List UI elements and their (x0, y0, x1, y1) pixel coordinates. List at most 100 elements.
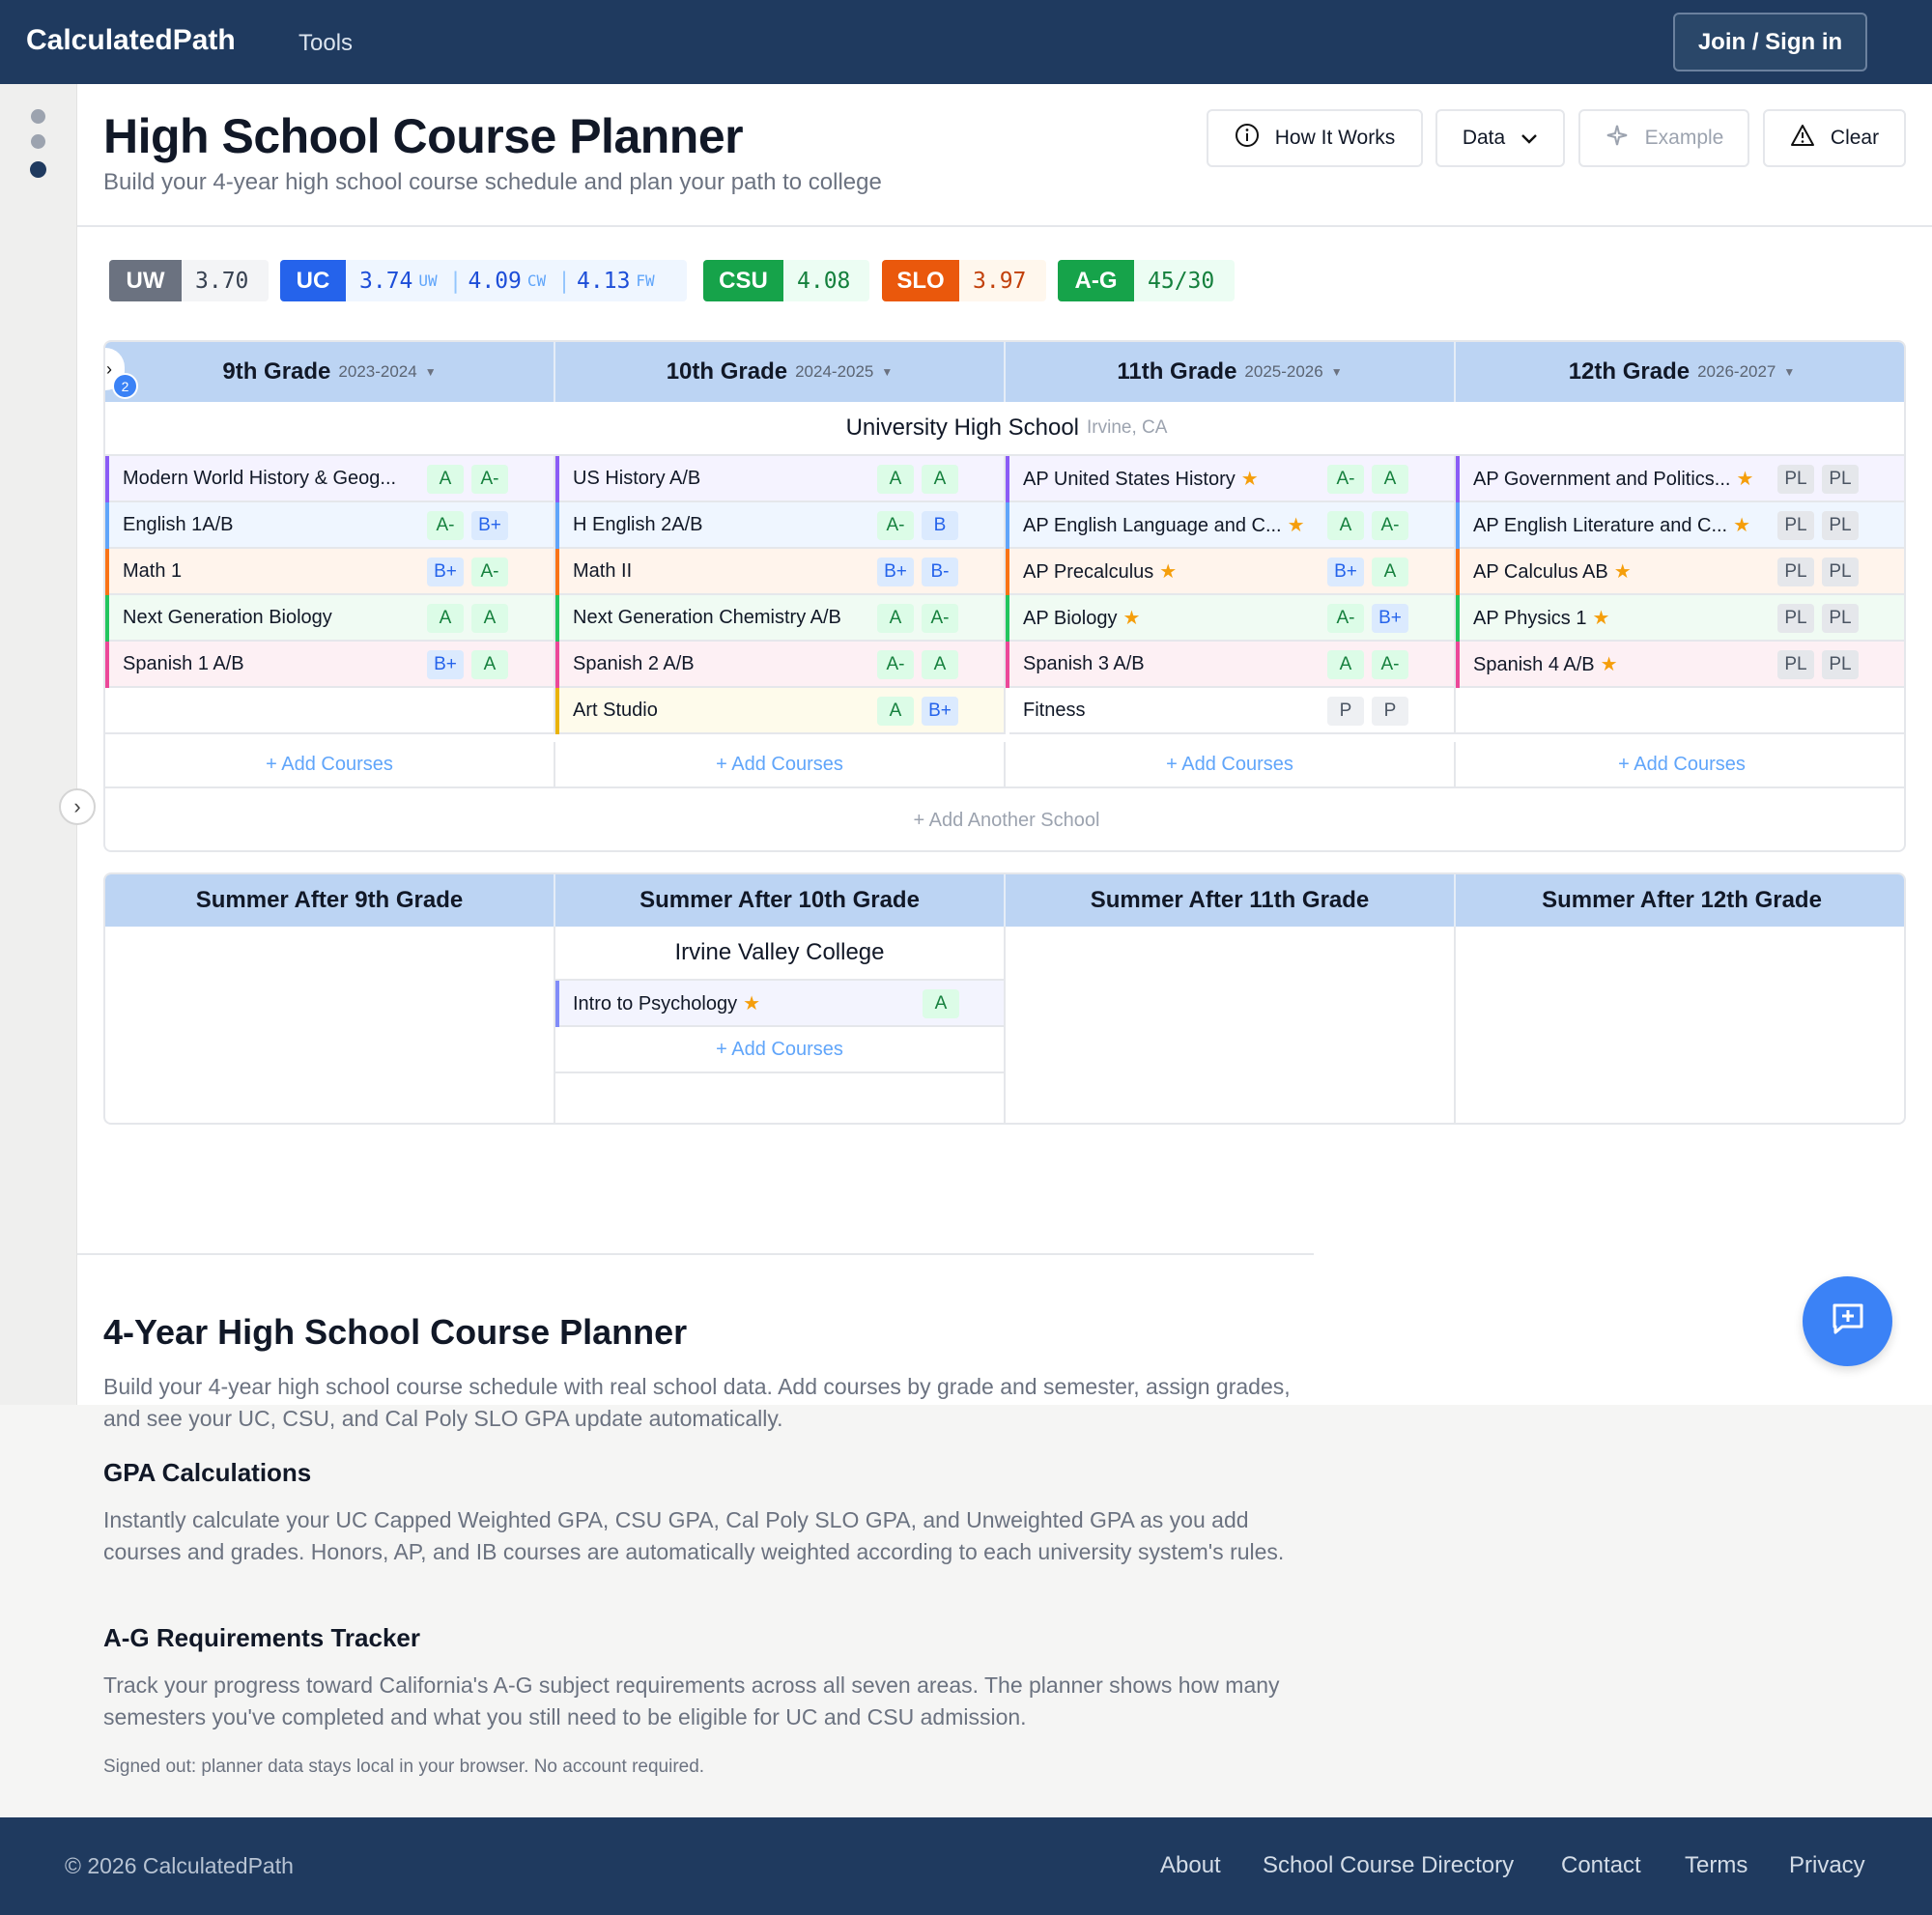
add-another-school-button[interactable]: + Add Another School (105, 788, 1904, 850)
add-courses-11[interactable]: + Add Courses (1006, 742, 1456, 788)
course-row[interactable]: Next Generation Chemistry A/B A A- (555, 595, 1006, 642)
grade-badge[interactable]: A- (877, 650, 914, 679)
course-row[interactable]: AP United States History ★ A- A (1006, 456, 1456, 502)
grade-badge[interactable]: B+ (427, 650, 464, 679)
grade-badge[interactable]: A (427, 604, 464, 633)
course-row[interactable]: H English 2A/B A- B (555, 502, 1006, 549)
course-row[interactable]: AP Precalculus ★ B+ A (1006, 549, 1456, 595)
summer-school-name[interactable]: Irvine Valley College (555, 927, 1006, 981)
grade-badge[interactable]: P (1327, 697, 1364, 726)
rail-dot-3-active[interactable] (30, 161, 46, 178)
grade-badge[interactable]: A- (1372, 511, 1408, 540)
course-row[interactable]: AP Biology ★ A- B+ (1006, 595, 1456, 642)
grade-badge[interactable]: A- (922, 604, 958, 633)
uc-gpa-pill[interactable]: UC 3.74 UW | 4.09 CW | 4.13 FW (280, 260, 687, 301)
grade-badge[interactable]: A- (1372, 650, 1408, 679)
grade-badge[interactable]: PL (1777, 511, 1814, 540)
add-courses-10[interactable]: + Add Courses (555, 742, 1006, 788)
ag-progress-pill[interactable]: A-G 45/30 (1058, 260, 1235, 301)
footer-link-privacy[interactable]: Privacy (1789, 1852, 1865, 1879)
grade-badge[interactable]: PL (1777, 604, 1814, 633)
course-row[interactable]: AP Calculus AB ★ PL PL (1456, 549, 1904, 595)
grade-badge[interactable]: A- (471, 465, 508, 494)
grade-badge[interactable]: B (922, 511, 958, 540)
grade-badge[interactable]: A- (427, 511, 464, 540)
course-row[interactable]: Math II B+ B- (555, 549, 1006, 595)
grade-badge[interactable]: A- (1327, 604, 1364, 633)
grade-badge[interactable]: A- (1327, 465, 1364, 494)
grade-badge[interactable]: A (922, 650, 958, 679)
grade-badge[interactable]: A (1327, 650, 1364, 679)
data-dropdown-button[interactable]: Data (1435, 109, 1565, 167)
course-row[interactable]: Spanish 4 A/B ★ PL PL (1456, 642, 1904, 688)
course-row[interactable]: AP English Language and C... ★ A A- (1006, 502, 1456, 549)
grade-badge[interactable]: PL (1777, 650, 1814, 679)
grade-badge[interactable]: B+ (427, 557, 464, 586)
grade-header-10[interactable]: 10th Grade 2024-2025 ▼ (555, 342, 1006, 402)
grade-badge[interactable]: A (922, 465, 958, 494)
course-row[interactable]: Math 1 B+ A- (105, 549, 555, 595)
brand-logo[interactable]: CalculatedPath (26, 24, 236, 57)
grade-badge[interactable]: A (471, 650, 508, 679)
course-row[interactable]: Fitness P P (1006, 688, 1456, 734)
course-row[interactable]: AP Government and Politics... ★ PL PL (1456, 456, 1904, 502)
grade-badge[interactable]: PL (1777, 465, 1814, 494)
course-row[interactable]: Art Studio A B+ (555, 688, 1006, 734)
grade-header-9[interactable]: 9th Grade 2023-2024 ▼ (105, 342, 555, 402)
add-summer-courses[interactable]: + Add Courses (555, 1027, 1006, 1073)
grade-badge[interactable]: A (471, 604, 508, 633)
course-row[interactable]: AP English Literature and C... ★ PL PL (1456, 502, 1904, 549)
feedback-chat-button[interactable] (1803, 1276, 1892, 1366)
grade-badge[interactable]: PL (1822, 511, 1859, 540)
notification-badge[interactable]: 2 (112, 373, 138, 399)
example-button[interactable]: Example (1578, 109, 1749, 167)
grade-badge[interactable]: A (1372, 557, 1408, 586)
uw-gpa-pill[interactable]: UW 3.70 (109, 260, 269, 301)
grade-badge[interactable]: B+ (922, 697, 958, 726)
grade-badge[interactable]: A (1372, 465, 1408, 494)
footer-link-terms[interactable]: Terms (1685, 1852, 1747, 1879)
course-row[interactable]: Spanish 3 A/B A A- (1006, 642, 1456, 688)
rail-dot-2[interactable] (31, 134, 45, 149)
grade-badge[interactable]: A- (877, 511, 914, 540)
add-courses-12[interactable]: + Add Courses (1456, 742, 1904, 788)
course-row[interactable]: AP Physics 1 ★ PL PL (1456, 595, 1904, 642)
grade-badge[interactable]: A (877, 465, 914, 494)
grade-badge[interactable]: A (877, 604, 914, 633)
add-courses-9[interactable]: + Add Courses (105, 742, 555, 788)
course-row[interactable]: US History A/B A A (555, 456, 1006, 502)
grade-badge[interactable]: PL (1777, 557, 1814, 586)
grade-badge[interactable]: B+ (877, 557, 914, 586)
course-row[interactable]: Next Generation Biology A A (105, 595, 555, 642)
expand-sidebar-button[interactable]: › (59, 788, 96, 825)
course-row[interactable]: English 1A/B A- B+ (105, 502, 555, 549)
rail-dot-1[interactable] (31, 109, 45, 124)
nav-tools-link[interactable]: Tools (298, 30, 353, 57)
grade-badge[interactable]: B+ (1372, 604, 1408, 633)
footer-link-about[interactable]: About (1160, 1852, 1221, 1879)
course-row[interactable]: Intro to Psychology ★ A (555, 981, 1006, 1027)
csu-gpa-pill[interactable]: CSU 4.08 (703, 260, 869, 301)
school-row[interactable]: University High School Irvine, CA (105, 402, 1904, 456)
grade-badge[interactable]: A (877, 697, 914, 726)
grade-badge[interactable]: PL (1822, 650, 1859, 679)
grade-badge[interactable]: PL (1822, 604, 1859, 633)
grade-badge[interactable]: B- (922, 557, 958, 586)
clear-button[interactable]: Clear (1763, 109, 1906, 167)
course-row[interactable]: Modern World History & Geog... A A- (105, 456, 555, 502)
grade-badge[interactable]: PL (1822, 465, 1859, 494)
grade-badge[interactable]: B+ (471, 511, 508, 540)
footer-link-directory[interactable]: School Course Directory (1263, 1852, 1514, 1879)
how-it-works-button[interactable]: How It Works (1207, 109, 1423, 167)
grade-badge[interactable]: A (923, 989, 959, 1018)
grade-badge[interactable]: A- (471, 557, 508, 586)
grade-badge[interactable]: P (1372, 697, 1408, 726)
signin-button[interactable]: Join / Sign in (1673, 13, 1867, 71)
slo-gpa-pill[interactable]: SLO 3.97 (882, 260, 1046, 301)
grade-badge[interactable]: A (1327, 511, 1364, 540)
grade-badge[interactable]: B+ (1327, 557, 1364, 586)
grade-badge[interactable]: PL (1822, 557, 1859, 586)
grade-header-12[interactable]: 12th Grade 2026-2027 ▼ (1456, 342, 1904, 402)
course-row[interactable]: Spanish 1 A/B B+ A (105, 642, 555, 688)
grade-badge[interactable]: A (427, 465, 464, 494)
